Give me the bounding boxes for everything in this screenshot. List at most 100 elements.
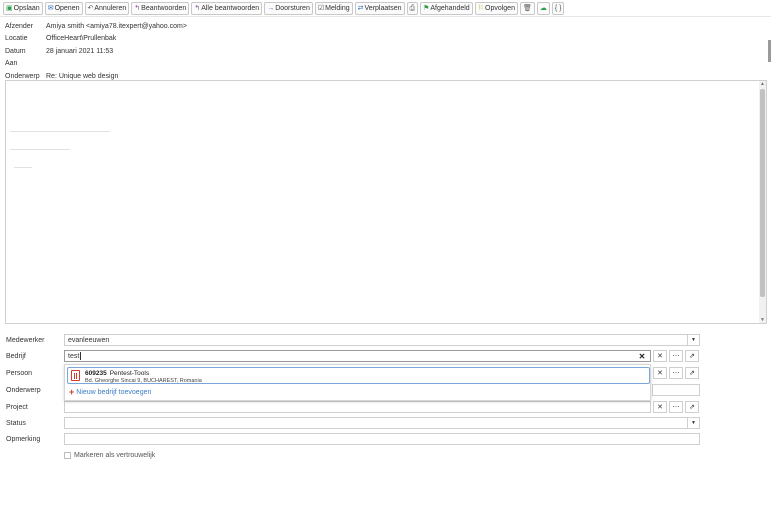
cancel-label: Annuleren [94, 4, 127, 12]
date-label: Datum [5, 47, 26, 55]
ellipsis-icon: ⋯ [672, 404, 680, 411]
flag-icon: ⚑ [423, 4, 430, 12]
undo-icon: ↶ [87, 4, 94, 12]
completed-label: Afgehandeld [430, 4, 470, 12]
close-icon: ✕ [657, 353, 663, 360]
person-remove-button[interactable]: ✕ [653, 367, 667, 379]
save-button[interactable]: ▣ Opslaan [3, 1, 43, 15]
from-label: Afzender [5, 22, 34, 30]
body-text-line [10, 131, 110, 132]
company-value: test [68, 352, 80, 360]
print-button[interactable]: ⎙ [406, 1, 419, 15]
remark-input[interactable] [64, 433, 700, 445]
to-label: Aan [5, 60, 18, 68]
brackets-icon: { } [554, 4, 562, 12]
location-label: Locatie [5, 35, 28, 43]
building-icon [71, 370, 80, 381]
ellipsis-icon: ⋯ [672, 370, 680, 377]
reply-all-label: Alle beantwoorden [201, 4, 260, 12]
project-open-button[interactable]: ⇗ [685, 401, 699, 413]
company-open-button[interactable]: ⇗ [685, 350, 699, 362]
expand-button[interactable]: { } [551, 1, 565, 15]
forward-button[interactable]: → Doorsturen [264, 1, 313, 15]
project-label: Project [6, 404, 28, 411]
body-text-line [10, 149, 70, 150]
close-icon: ✕ [657, 404, 663, 411]
from-value: Amiya smith <amiya78.itexpert@yahoo.com> [46, 22, 187, 30]
chevron-down-icon[interactable]: ▼ [687, 335, 699, 345]
scroll-down-icon[interactable]: ▼ [760, 317, 765, 323]
text-cursor [80, 352, 82, 360]
reply-button[interactable]: ↰ Beantwoorden [131, 1, 190, 15]
company-more-button[interactable]: ⋯ [669, 350, 683, 362]
move-icon: ⇄ [357, 4, 364, 12]
company-autocomplete: 609235 Pentest-Tools Bd. Gheorghe Sincai … [64, 364, 651, 401]
delete-button[interactable]: 🗑 [519, 1, 535, 15]
move-button[interactable]: ⇄ Verplaatsen [354, 1, 405, 15]
project-remove-button[interactable]: ✕ [653, 401, 667, 413]
reply-all-icon: ↰ [194, 4, 201, 12]
employee-select[interactable]: evanleeuwen ▼ [64, 334, 700, 346]
message-body[interactable]: ▲ ▼ [5, 80, 767, 324]
body-text-line [14, 167, 32, 168]
message-scrollbar[interactable]: ▲ ▼ [759, 81, 766, 323]
forward-label: Doorsturen [275, 4, 310, 12]
external-link-icon: ⇗ [689, 404, 695, 411]
cloud-upload-icon: ☁ [539, 4, 547, 12]
cancel-button[interactable]: ↶ Annuleren [84, 1, 130, 15]
scroll-up-icon[interactable]: ▲ [760, 81, 765, 87]
plus-icon: + [69, 387, 75, 397]
status-label: Status [6, 420, 26, 427]
external-link-icon: ⇗ [689, 370, 695, 377]
date-value: 28 januari 2021 11:53 [46, 47, 114, 55]
clear-icon[interactable]: ✕ [637, 351, 647, 361]
person-more-button[interactable]: ⋯ [669, 367, 683, 379]
external-link-icon: ⇗ [689, 353, 695, 360]
reply-icon: ↰ [134, 4, 141, 12]
close-icon: ✕ [657, 370, 663, 377]
company-result-item[interactable]: 609235 Pentest-Tools Bd. Gheorghe Sincai … [67, 367, 650, 384]
from-row: Afzender Amiya smith <amiya78.itexpert@y… [5, 20, 187, 33]
to-row: Aan [5, 58, 187, 71]
add-company-link[interactable]: + Nieuw bedrijf toevoegen [69, 387, 152, 397]
confidential-checkbox[interactable] [64, 452, 71, 459]
employee-value: evanleeuwen [68, 336, 110, 344]
company-remove-button[interactable]: ✕ [653, 350, 667, 362]
project-input[interactable] [64, 401, 651, 413]
followup-button[interactable]: ⚐ Opvolgen [474, 1, 518, 15]
company-label: Bedrijf [6, 353, 26, 360]
result-title: 609235 Pentest-Tools [85, 370, 149, 377]
save-icon: ▣ [6, 4, 13, 12]
notify-label: Melding [325, 4, 350, 12]
subject-label: Onderwerp [5, 72, 40, 80]
envelope-icon: ✉ [47, 4, 54, 12]
print-icon: ⎙ [409, 4, 416, 12]
chevron-down-icon[interactable]: ▼ [687, 418, 699, 428]
status-select[interactable]: ▼ [64, 417, 700, 429]
project-more-button[interactable]: ⋯ [669, 401, 683, 413]
confidential-row[interactable]: Markeren als vertrouwelijk [64, 452, 155, 459]
employee-label: Medewerker [6, 337, 45, 344]
cloud-button[interactable]: ☁ [536, 1, 550, 15]
person-open-button[interactable]: ⇗ [685, 367, 699, 379]
person-label: Persoon [6, 370, 33, 377]
result-name: Pentest-Tools [109, 370, 150, 377]
add-company-label: Nieuw bedrijf toevoegen [76, 389, 152, 396]
notify-button[interactable]: ☑ Melding [314, 1, 353, 15]
reply-all-button[interactable]: ↰ Alle beantwoorden [191, 1, 263, 15]
result-address: Bd. Gheorghe Sincai 9, BUCHAREST, Romani… [85, 378, 202, 384]
scroll-thumb[interactable] [760, 89, 765, 297]
save-label: Opslaan [13, 4, 40, 12]
subject-form-label: Onderwerp [6, 387, 41, 394]
reply-label: Beantwoorden [141, 4, 187, 12]
subject-input[interactable] [652, 384, 700, 396]
open-button[interactable]: ✉ Openen [44, 1, 83, 15]
company-input[interactable]: test ✕ [64, 350, 651, 362]
followup-icon: ⚐ [477, 4, 484, 12]
date-row: Datum 28 januari 2021 11:53 [5, 45, 187, 58]
followup-label: Opvolgen [485, 4, 515, 12]
location-row: Locatie OfficeHeart\Prullenbak [5, 33, 187, 46]
toolbar: ▣ Opslaan ✉ Openen ↶ Annuleren ↰ Beantwo… [0, 0, 771, 17]
completed-button[interactable]: ⚑ Afgehandeld [420, 1, 473, 15]
email-header: Afzender Amiya smith <amiya78.itexpert@y… [5, 20, 187, 83]
